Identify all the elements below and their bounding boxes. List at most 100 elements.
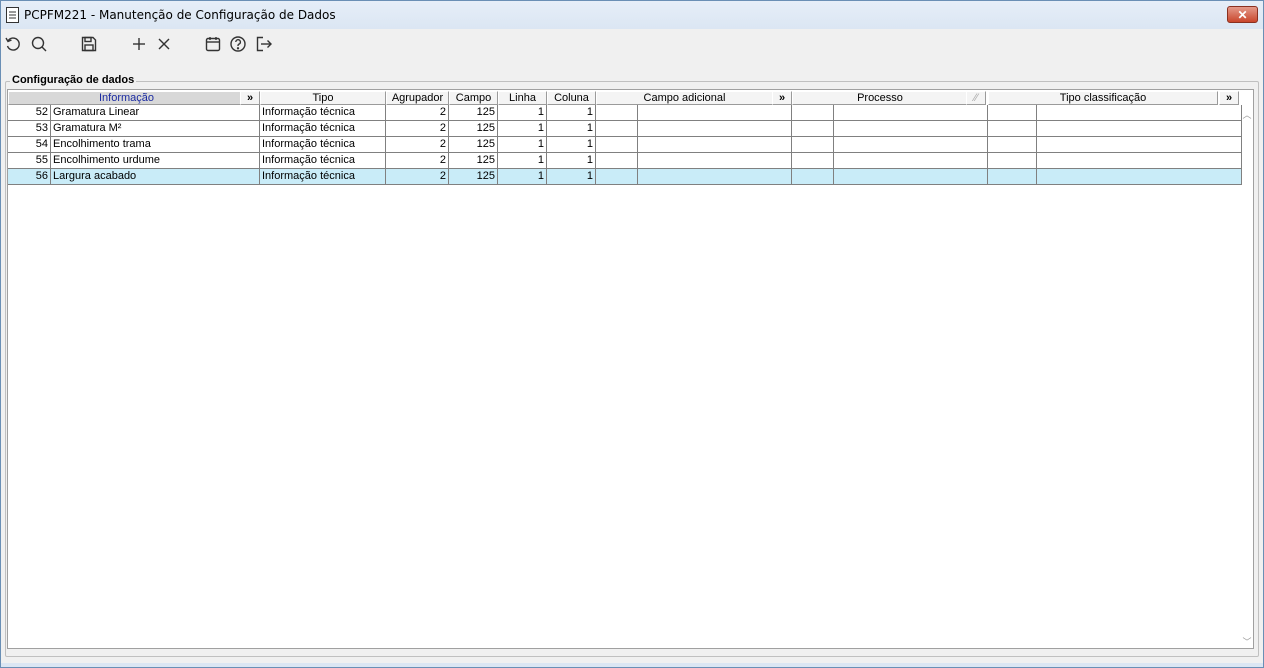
cell-agrupador[interactable]: 2 [386, 105, 449, 121]
cell-empty[interactable] [596, 105, 638, 121]
table-row[interactable]: 54 Encolhimento trama Informação técnica 2 1… [8, 137, 1242, 153]
cell-empty[interactable] [792, 169, 834, 185]
table-row[interactable]: 55 Encolhimento urdume Informação técnica 2… [8, 153, 1242, 169]
cell-coluna[interactable]: 1 [547, 121, 596, 137]
cell-coluna[interactable]: 1 [547, 137, 596, 153]
cell-tipo[interactable]: Informação técnica [260, 169, 386, 185]
cell-coluna[interactable]: 1 [547, 169, 596, 185]
cell-code[interactable]: 54 [8, 137, 51, 153]
cell-info[interactable]: Encolhimento trama [51, 137, 260, 153]
exit-icon[interactable] [255, 35, 273, 53]
header-processo[interactable]: Processo [792, 91, 968, 105]
cell-empty[interactable] [638, 153, 792, 169]
cell-campo[interactable]: 125 [449, 137, 498, 153]
cell-coluna[interactable]: 1 [547, 153, 596, 169]
cell-campo[interactable]: 125 [449, 121, 498, 137]
cell-empty[interactable] [596, 121, 638, 137]
cell-linha[interactable]: 1 [498, 105, 547, 121]
cell-empty[interactable] [834, 169, 988, 185]
cell-tipo[interactable]: Informação técnica [260, 137, 386, 153]
cell-empty[interactable] [1037, 153, 1242, 169]
cell-tipo[interactable]: Informação técnica [260, 121, 386, 137]
search-icon[interactable] [30, 35, 48, 53]
help-icon[interactable] [229, 35, 247, 53]
cell-info[interactable]: Gramatura M² [51, 121, 260, 137]
scroll-up-icon[interactable]: ︿ [1241, 108, 1253, 120]
header-tipo[interactable]: Tipo [260, 91, 386, 105]
cell-code[interactable]: 52 [8, 105, 51, 121]
document-icon [6, 7, 19, 23]
table-row[interactable]: 56 Largura acabado Informação técnica 2 125 1… [8, 169, 1242, 185]
header-informacao[interactable]: Informação [8, 91, 245, 105]
cell-empty[interactable] [792, 137, 834, 153]
table-row[interactable]: 52 Gramatura Linear Informação técnica 2 125… [8, 105, 1242, 121]
expand-tipo-classificacao-button[interactable]: » [1219, 91, 1239, 105]
cell-empty[interactable] [1037, 105, 1242, 121]
cell-campo[interactable]: 125 [449, 105, 498, 121]
data-grid[interactable]: Informação » Tipo Agrupador Campo Linha … [7, 89, 1254, 649]
cell-linha[interactable]: 1 [498, 137, 547, 153]
header-linha[interactable]: Linha [498, 91, 547, 105]
cell-code[interactable]: 56 [8, 169, 51, 185]
cell-empty[interactable] [596, 153, 638, 169]
scroll-down-icon[interactable]: ﹀ [1241, 635, 1253, 647]
cell-empty[interactable] [988, 121, 1037, 137]
cell-info[interactable]: Largura acabado [51, 169, 260, 185]
cell-tipo[interactable]: Informação técnica [260, 153, 386, 169]
content-panel: Configuração de dados Informação » Tipo … [1, 59, 1263, 663]
cell-coluna[interactable]: 1 [547, 105, 596, 121]
cell-campo[interactable]: 125 [449, 153, 498, 169]
cell-empty[interactable] [792, 153, 834, 169]
cell-linha[interactable]: 1 [498, 169, 547, 185]
header-campo-adicional[interactable]: Campo adicional [596, 91, 773, 105]
cell-empty[interactable] [792, 121, 834, 137]
cell-empty[interactable] [596, 169, 638, 185]
header-agrupador[interactable]: Agrupador [386, 91, 449, 105]
cell-empty[interactable] [834, 121, 988, 137]
cell-code[interactable]: 53 [8, 121, 51, 137]
cell-empty[interactable] [834, 105, 988, 121]
cell-linha[interactable]: 1 [498, 121, 547, 137]
cell-agrupador[interactable]: 2 [386, 169, 449, 185]
cell-campo[interactable]: 125 [449, 169, 498, 185]
calendar-icon[interactable] [204, 35, 222, 53]
cell-empty[interactable] [988, 153, 1037, 169]
expand-informacao-button[interactable]: » [240, 91, 260, 105]
cell-empty[interactable] [988, 105, 1037, 121]
cell-empty[interactable] [1037, 121, 1242, 137]
cell-linha[interactable]: 1 [498, 153, 547, 169]
cell-info[interactable]: Gramatura Linear [51, 105, 260, 121]
cell-empty[interactable] [834, 137, 988, 153]
save-icon[interactable] [80, 35, 98, 53]
toolbar [1, 30, 1263, 58]
window-title: PCPFM221 - Manutenção de Configuração de… [24, 8, 336, 22]
cell-empty[interactable] [988, 137, 1037, 153]
status-bar [1, 663, 1263, 667]
cell-empty[interactable] [638, 137, 792, 153]
header-campo[interactable]: Campo [449, 91, 498, 105]
expand-campo-adicional-button[interactable]: » [772, 91, 792, 105]
cell-code[interactable]: 55 [8, 153, 51, 169]
cell-tipo[interactable]: Informação técnica [260, 105, 386, 121]
expand-processo-button[interactable]: ⁄⁄ [966, 91, 986, 105]
cell-agrupador[interactable]: 2 [386, 121, 449, 137]
add-icon[interactable] [130, 35, 148, 53]
header-tipo-classificacao[interactable]: Tipo classificação [988, 91, 1218, 105]
cell-agrupador[interactable]: 2 [386, 153, 449, 169]
cell-info[interactable]: Encolhimento urdume [51, 153, 260, 169]
cell-agrupador[interactable]: 2 [386, 137, 449, 153]
cell-empty[interactable] [638, 105, 792, 121]
cell-empty[interactable] [988, 169, 1037, 185]
cell-empty[interactable] [1037, 137, 1242, 153]
header-coluna[interactable]: Coluna [547, 91, 596, 105]
cell-empty[interactable] [596, 137, 638, 153]
cell-empty[interactable] [638, 121, 792, 137]
cell-empty[interactable] [834, 153, 988, 169]
close-button[interactable]: ✕ [1227, 6, 1258, 23]
table-row[interactable]: 53 Gramatura M² Informação técnica 2 125 1 1 [8, 121, 1242, 137]
delete-icon[interactable] [155, 35, 173, 53]
refresh-icon[interactable] [4, 35, 22, 53]
cell-empty[interactable] [638, 169, 792, 185]
cell-empty[interactable] [792, 105, 834, 121]
cell-empty[interactable] [1037, 169, 1242, 185]
